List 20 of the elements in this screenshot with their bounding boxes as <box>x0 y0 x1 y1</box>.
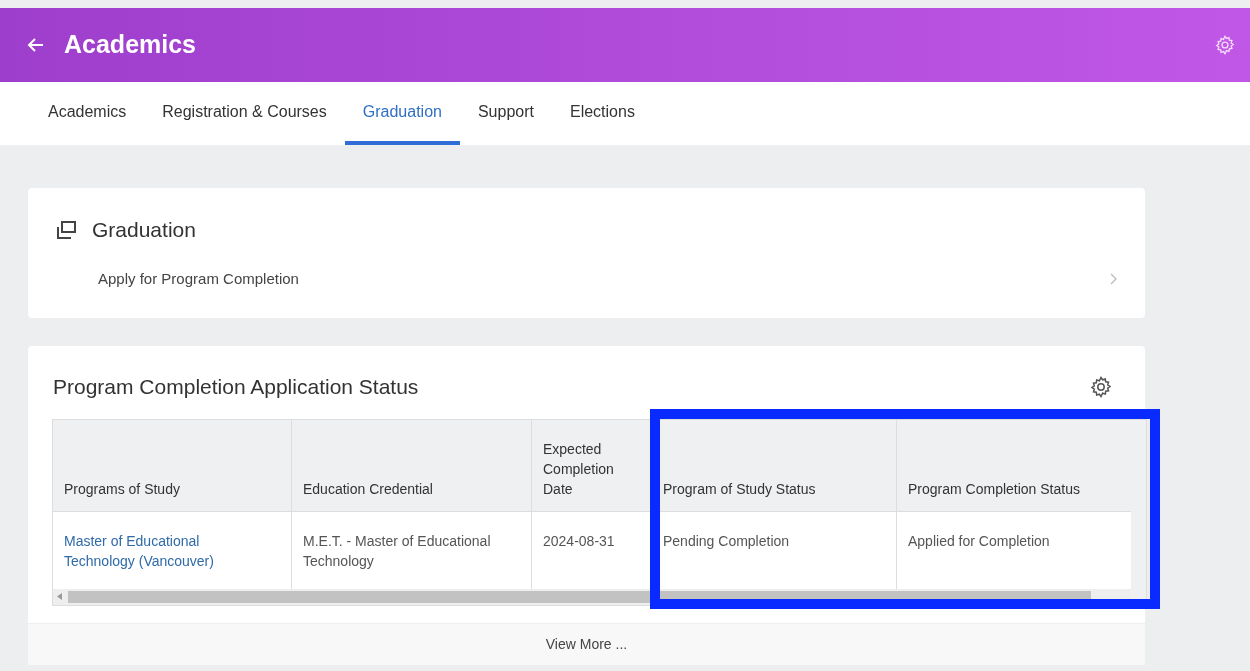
column-header: Education Credential <box>291 419 531 511</box>
card-title: Program Completion Application Status <box>53 374 419 400</box>
card-title: Graduation <box>92 217 196 243</box>
tab[interactable]: Support <box>459 82 552 145</box>
tab[interactable]: Academics <box>30 82 145 145</box>
table-cell: M.E.T. - Master of Educational Technology <box>291 511 531 589</box>
table-cell: 2024-08-31 <box>531 511 651 589</box>
column-header: Programs of Study <box>63 479 181 499</box>
settings-icon[interactable] <box>1089 374 1113 399</box>
tab[interactable]: Registration & Courses <box>144 82 345 145</box>
program-link[interactable]: Master of Educational Technology (Vancouver) <box>53 511 291 589</box>
page-title: Academics <box>64 29 197 61</box>
view-more-link[interactable]: View More ... <box>28 623 1145 665</box>
apply-link[interactable]: Apply for Program Completion <box>98 267 1117 290</box>
tab[interactable]: Graduation <box>344 82 460 145</box>
tab[interactable]: Elections <box>552 82 653 145</box>
column-header: Program of Study Status <box>651 419 896 511</box>
chevron-right-icon <box>1109 272 1117 285</box>
windows-icon <box>56 220 76 239</box>
column-header: Expected Completion Date <box>531 419 651 511</box>
